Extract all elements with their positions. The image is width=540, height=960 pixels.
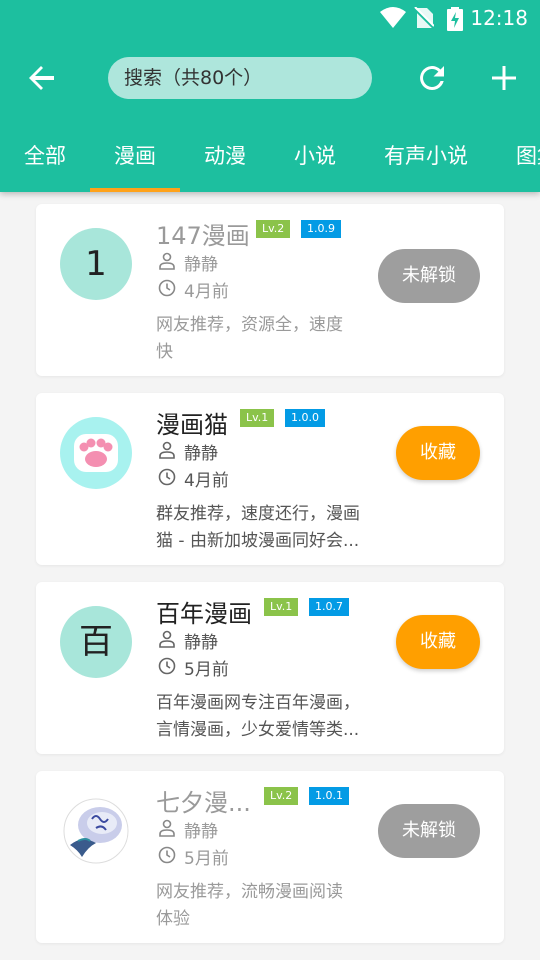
battery-charging-icon [447, 7, 463, 31]
source-description: 网友推荐，流畅漫画阅读 体验 [156, 882, 343, 929]
person-icon [159, 441, 175, 459]
app-bar: 12:18 搜索（共80个） 全部 漫画 动漫 小说 有声小说 图集 [0, 0, 540, 192]
level-badge: Lv.1 [240, 409, 275, 427]
status-bar: 12:18 [0, 0, 540, 36]
version-badge: 1.0.7 [309, 598, 349, 616]
person-icon [159, 630, 175, 648]
wifi-icon [380, 7, 406, 28]
add-icon[interactable] [486, 60, 522, 96]
avatar [60, 795, 132, 867]
clock-icon [158, 657, 176, 675]
list-item[interactable]: 百 百年漫画 Lv.1 1.0.7 静静 5月前 百年漫画网专注百年漫画， 言情… [36, 582, 504, 754]
avatar: 1 [60, 228, 132, 300]
level-badge: Lv.1 [264, 598, 299, 616]
source-list: 1 147漫画 Lv.2 1.0.9 静静 4月前 网友推荐，资源全，速度 快 … [0, 192, 540, 960]
author-name: 静静 [184, 633, 218, 653]
tab-audio-novels[interactable]: 有声小说 [360, 120, 492, 192]
clock-icon [158, 468, 176, 486]
qixi-logo-icon [63, 798, 129, 864]
tab-all[interactable]: 全部 [0, 120, 90, 192]
favorite-button[interactable]: 收藏 [396, 615, 480, 669]
list-item[interactable]: 1 147漫画 Lv.2 1.0.9 静静 4月前 网友推荐，资源全，速度 快 … [36, 204, 504, 376]
refresh-icon[interactable] [414, 60, 450, 96]
updated-time: 5月前 [184, 849, 229, 869]
cat-paw-icon [74, 434, 118, 472]
unlock-button[interactable]: 未解锁 [378, 249, 480, 303]
back-arrow-icon[interactable] [24, 60, 60, 96]
source-name: 百年漫画 [156, 600, 252, 628]
unlock-button[interactable]: 未解锁 [378, 804, 480, 858]
version-badge: 1.0.0 [285, 409, 325, 427]
updated-time: 4月前 [184, 282, 229, 302]
toolbar: 搜索（共80个） [0, 36, 540, 120]
author-name: 静静 [184, 444, 218, 464]
level-badge: Lv.2 [256, 220, 291, 238]
avatar [60, 417, 132, 489]
person-icon [159, 252, 175, 270]
source-description: 网友推荐，资源全，速度 快 [156, 315, 343, 362]
author-name: 静静 [184, 255, 218, 275]
tab-comics[interactable]: 漫画 [90, 120, 180, 192]
clock-icon [158, 279, 176, 297]
clock-icon [158, 846, 176, 864]
person-icon [159, 819, 175, 837]
author-name: 静静 [184, 822, 218, 842]
list-item[interactable]: 七夕漫... Lv.2 1.0.1 静静 5月前 网友推荐，流畅漫画阅读 体验 … [36, 771, 504, 943]
source-name: 七夕漫... [156, 789, 251, 817]
level-badge: Lv.2 [264, 787, 299, 805]
list-item[interactable]: 漫画猫 Lv.1 1.0.0 静静 4月前 群友推荐，速度还行，漫画 猫 - 由… [36, 393, 504, 565]
source-description: 百年漫画网专注百年漫画， 言情漫画，少女爱情等类... [156, 693, 360, 740]
source-name: 漫画猫 [156, 411, 228, 439]
tab-galleries[interactable]: 图集 [492, 120, 540, 192]
avatar: 百 [60, 606, 132, 678]
source-description: 群友推荐，速度还行，漫画 猫 - 由新加坡漫画同好会... [156, 504, 360, 551]
version-badge: 1.0.1 [309, 787, 349, 805]
updated-time: 4月前 [184, 471, 229, 491]
no-sim-icon [414, 7, 434, 29]
favorite-button[interactable]: 收藏 [396, 426, 480, 480]
source-name: 147漫画 [156, 222, 250, 250]
updated-time: 5月前 [184, 660, 229, 680]
tab-anime[interactable]: 动漫 [180, 120, 270, 192]
tab-novels[interactable]: 小说 [270, 120, 360, 192]
search-bar[interactable]: 搜索（共80个） [108, 57, 372, 99]
status-time: 12:18 [470, 6, 528, 30]
category-tabs: 全部 漫画 动漫 小说 有声小说 图集 [0, 120, 540, 192]
version-badge: 1.0.9 [301, 220, 341, 238]
